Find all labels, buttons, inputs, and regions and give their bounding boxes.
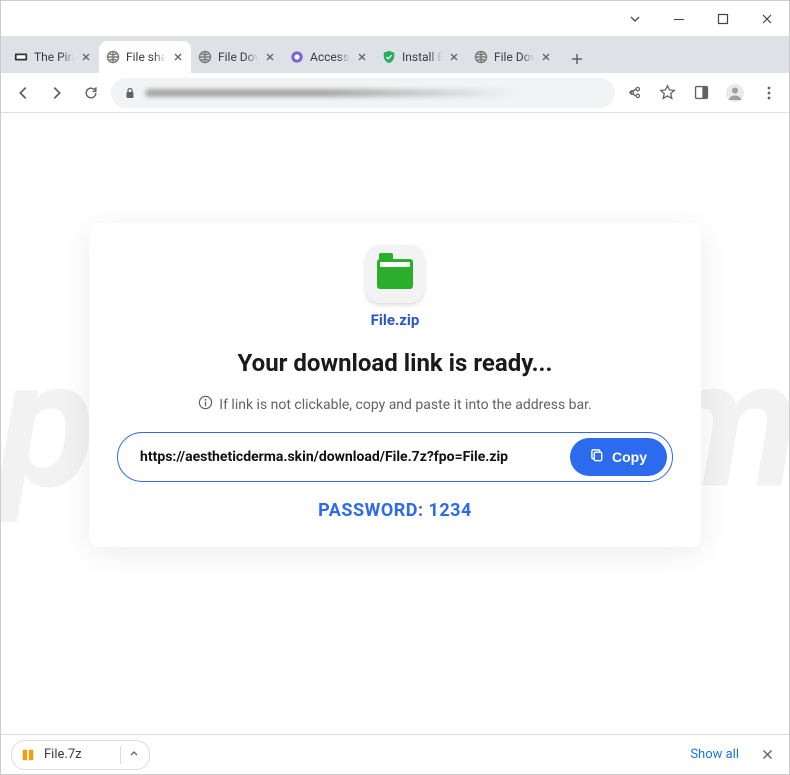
file-name-label: File.zip <box>117 311 673 329</box>
tab-strip: The Pirate File sharing File Download Ac… <box>1 37 789 73</box>
close-icon[interactable] <box>539 50 553 64</box>
tab-title: File sharing <box>126 50 166 64</box>
tab-3[interactable]: Access po <box>283 41 375 73</box>
window-caption-row <box>1 1 789 37</box>
password-line: PASSWORD: 1234 <box>117 500 673 521</box>
tab-0[interactable]: The Pirate <box>7 41 99 73</box>
new-tab-button[interactable] <box>563 45 591 73</box>
bookmark-star-icon[interactable] <box>655 81 679 105</box>
headline-text: Your download link is ready... <box>117 349 673 377</box>
globe-icon <box>197 49 213 65</box>
info-icon <box>198 395 213 414</box>
maximize-button[interactable] <box>701 1 745 37</box>
tab-2[interactable]: File Download <box>191 41 283 73</box>
site-icon <box>13 49 29 65</box>
chevron-up-icon[interactable] <box>129 747 139 762</box>
close-window-button[interactable] <box>745 1 789 37</box>
download-file-name: File.7z <box>44 747 82 762</box>
profile-avatar-icon[interactable] <box>723 81 747 105</box>
reload-button[interactable] <box>77 79 105 107</box>
close-icon[interactable] <box>447 50 461 64</box>
page-viewport: pcrisk.com File.zip Your download link i… <box>1 113 789 734</box>
tab-title: The Pirate <box>34 50 74 64</box>
window-dropdown-icon[interactable] <box>613 1 657 37</box>
hint-row: If link is not clickable, copy and paste… <box>117 395 673 414</box>
file-icon <box>366 245 424 303</box>
archive-file-icon <box>20 747 36 763</box>
forward-button[interactable] <box>43 79 71 107</box>
tab-4[interactable]: Install Ext <box>375 41 467 73</box>
back-button[interactable] <box>9 79 37 107</box>
download-card: File.zip Your download link is ready... … <box>89 223 701 547</box>
tab-title: Access po <box>310 50 350 64</box>
download-shelf: File.7z Show all <box>1 734 789 774</box>
hint-text: If link is not clickable, copy and paste… <box>219 397 591 413</box>
copy-icon <box>590 448 605 466</box>
tab-5[interactable]: File Download <box>467 41 559 73</box>
share-icon[interactable] <box>621 81 645 105</box>
tab-title: File Download <box>218 50 258 64</box>
minimize-button[interactable] <box>657 1 701 37</box>
shield-icon <box>381 49 397 65</box>
copy-button[interactable]: Copy <box>570 438 667 476</box>
lock-icon <box>123 86 137 100</box>
side-panel-icon[interactable] <box>689 81 713 105</box>
url-obscured <box>145 89 515 97</box>
globe-icon <box>105 49 121 65</box>
address-bar[interactable] <box>111 78 615 108</box>
separator <box>120 746 121 764</box>
show-all-link[interactable]: Show all <box>682 743 747 766</box>
toolbar <box>1 73 789 113</box>
download-link-text[interactable]: https://aestheticderma.skin/download/Fil… <box>140 449 560 465</box>
close-icon[interactable] <box>79 50 93 64</box>
password-value: 1234 <box>429 500 472 521</box>
globe-icon <box>473 49 489 65</box>
download-item[interactable]: File.7z <box>11 740 150 770</box>
password-label: PASSWORD: <box>318 500 423 521</box>
close-icon[interactable] <box>355 50 369 64</box>
tab-title: Install Ext <box>402 50 442 64</box>
extension-icon <box>289 49 305 65</box>
kebab-menu-icon[interactable] <box>757 81 781 105</box>
close-icon[interactable] <box>171 50 185 64</box>
link-input-row: https://aestheticderma.skin/download/Fil… <box>117 432 673 482</box>
copy-label: Copy <box>612 449 647 465</box>
close-icon[interactable] <box>263 50 277 64</box>
tab-title: File Download <box>494 50 534 64</box>
tab-1-active[interactable]: File sharing <box>99 41 191 73</box>
close-shelf-button[interactable] <box>755 743 779 767</box>
